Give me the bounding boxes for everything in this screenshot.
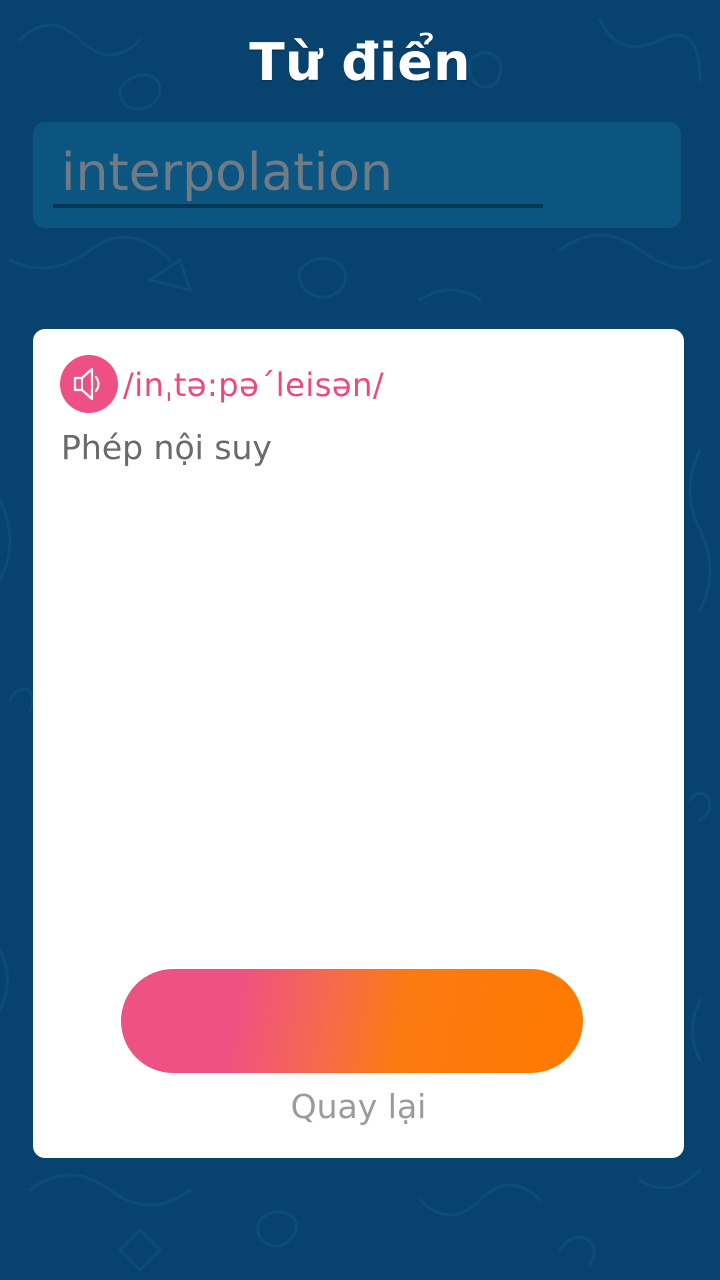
phonetic-transcription: /inˌtə:pə´leisən/ xyxy=(123,366,385,404)
page-title: Từ điển xyxy=(249,33,471,93)
back-button-label[interactable]: Quay lại xyxy=(33,1085,684,1129)
search-box xyxy=(33,122,681,228)
back-button[interactable] xyxy=(121,969,583,1073)
speaker-icon xyxy=(73,367,100,401)
dictionary-result-card: /inˌtə:pə´leisən/ Phép nội suy Quay lại xyxy=(33,329,684,1158)
word-meaning: Phép nội suy xyxy=(61,428,272,467)
search-input[interactable] xyxy=(53,142,543,208)
pronounce-button[interactable] xyxy=(60,355,118,413)
